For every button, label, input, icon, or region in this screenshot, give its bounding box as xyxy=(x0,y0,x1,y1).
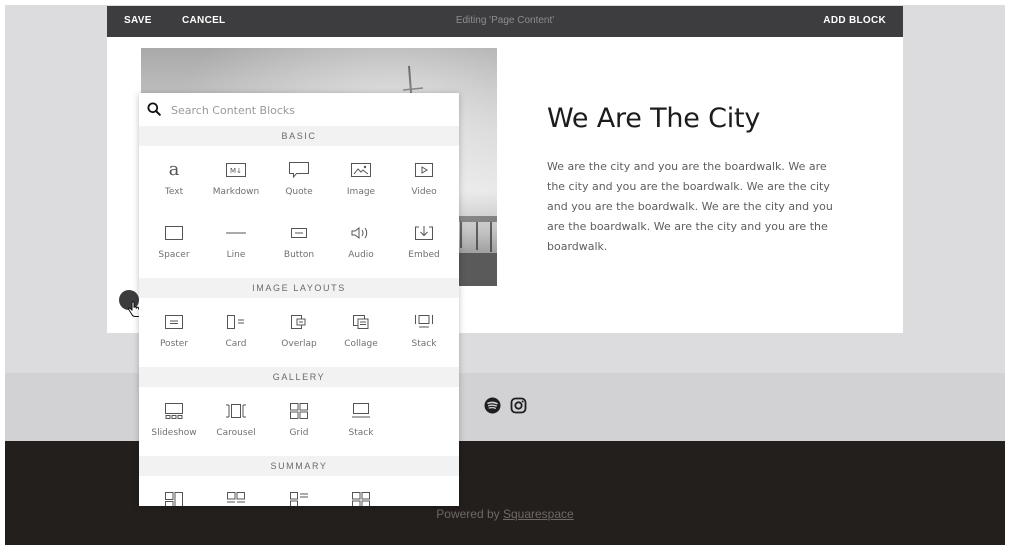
button-icon xyxy=(289,223,309,243)
poster-icon xyxy=(164,312,184,332)
block-markdown[interactable]: M↓ Markdown xyxy=(205,146,267,201)
social-links xyxy=(484,397,527,414)
add-block-menu: BASIC a Text M↓ Markdown Quote Image Vid… xyxy=(139,93,459,506)
overlap-icon xyxy=(289,312,309,332)
edit-toolbar: SAVE CANCEL Editing 'Page Content' ADD B… xyxy=(107,6,903,37)
block-summary-wall[interactable] xyxy=(143,476,205,506)
stack-icon xyxy=(414,312,434,332)
spacer-icon xyxy=(164,223,184,243)
squarespace-link[interactable]: Squarespace xyxy=(503,507,574,521)
section-basic: BASIC xyxy=(139,126,459,146)
search-bar xyxy=(139,93,459,126)
block-image[interactable]: Image xyxy=(330,146,392,201)
section-gallery: GALLERY xyxy=(139,367,459,387)
summary-grid-icon xyxy=(351,490,371,506)
slideshow-icon xyxy=(164,401,184,421)
collage-icon xyxy=(351,312,371,332)
embed-icon xyxy=(414,223,434,243)
block-grid[interactable]: Grid xyxy=(268,387,330,442)
section-summary: SUMMARY xyxy=(139,456,459,476)
block-text[interactable]: a Text xyxy=(143,146,205,201)
spotify-icon[interactable] xyxy=(484,397,501,414)
body-paragraph: We are the city and you are the boardwal… xyxy=(547,160,833,253)
card-icon xyxy=(226,312,246,332)
summary-carousel-icon xyxy=(226,490,246,506)
block-audio[interactable]: Audio xyxy=(330,209,392,264)
summary-wall-icon xyxy=(164,490,184,506)
block-button[interactable]: Button xyxy=(268,209,330,264)
markdown-icon: M↓ xyxy=(226,160,246,180)
svg-text:M↓: M↓ xyxy=(230,167,242,175)
block-slideshow[interactable]: Slideshow xyxy=(143,387,205,442)
block-poster[interactable]: Poster xyxy=(143,298,205,353)
block-line[interactable]: Line xyxy=(205,209,267,264)
search-icon xyxy=(147,102,161,116)
block-summary-carousel[interactable] xyxy=(205,476,267,506)
image-icon xyxy=(351,160,371,180)
quote-icon xyxy=(289,160,309,180)
stack-icon xyxy=(351,401,371,421)
add-block-button[interactable]: ADD BLOCK xyxy=(823,15,886,26)
block-summary-grid[interactable] xyxy=(330,476,392,506)
page-title: We Are The City xyxy=(547,103,761,134)
block-collage[interactable]: Collage xyxy=(330,298,392,353)
block-video[interactable]: Video xyxy=(393,146,455,201)
block-quote[interactable]: Quote xyxy=(268,146,330,201)
block-card[interactable]: Card xyxy=(205,298,267,353)
block-summary-list[interactable] xyxy=(268,476,330,506)
video-icon xyxy=(414,160,434,180)
block-carousel[interactable]: Carousel xyxy=(205,387,267,442)
summary-list-icon xyxy=(289,490,309,506)
powered-by: Powered by Squarespace xyxy=(436,507,574,521)
block-spacer[interactable]: Spacer xyxy=(143,209,205,264)
search-input[interactable] xyxy=(171,101,441,119)
block-overlap[interactable]: Overlap xyxy=(268,298,330,353)
line-icon xyxy=(226,223,246,243)
instagram-icon[interactable] xyxy=(510,397,527,414)
audio-icon xyxy=(351,223,371,243)
block-embed[interactable]: Embed xyxy=(393,209,455,264)
text-icon: a xyxy=(168,159,180,180)
grid-icon xyxy=(289,401,309,421)
editing-status: Editing 'Page Content' xyxy=(455,15,555,26)
block-gallery-stack[interactable]: Stack xyxy=(330,387,392,442)
block-stack[interactable]: Stack xyxy=(393,298,455,353)
carousel-icon xyxy=(226,401,246,421)
section-image-layouts: IMAGE LAYOUTS xyxy=(139,278,459,298)
